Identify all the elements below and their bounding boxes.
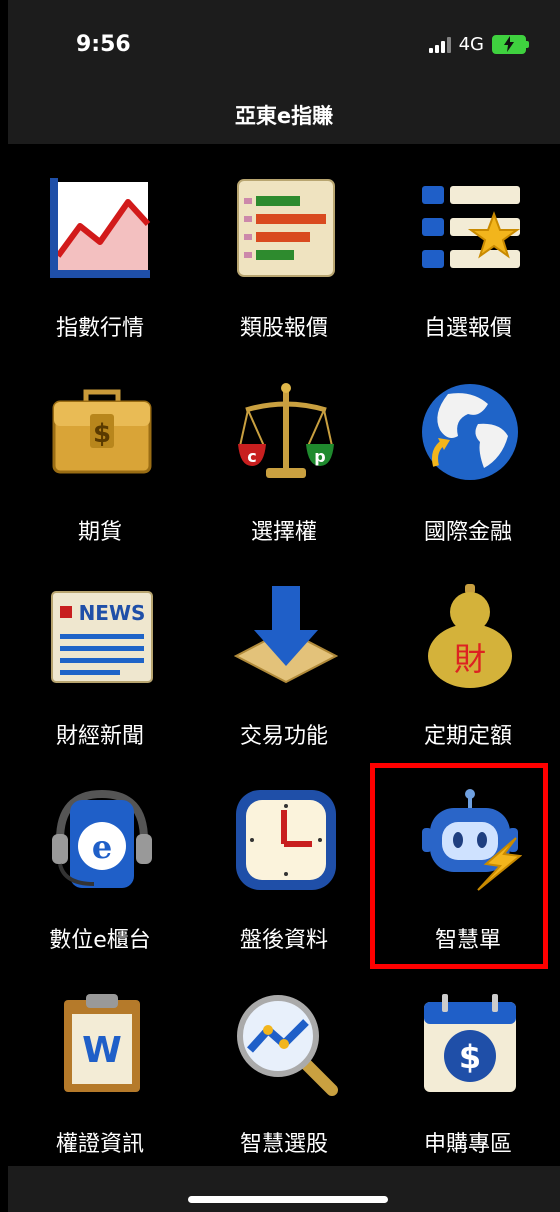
dollar-glyph: $ xyxy=(459,1038,481,1076)
e-glyph: e xyxy=(92,828,112,866)
menu-label: 申購專區 xyxy=(423,1132,512,1157)
menu-item-futures[interactable]: $ 期貨 xyxy=(8,348,192,552)
menu-label: 智慧選股 xyxy=(239,1132,328,1157)
wealth-glyph: 財 xyxy=(454,640,486,678)
highlight-box xyxy=(370,763,548,969)
globe-icon xyxy=(422,384,518,480)
menu-item-digital-counter[interactable]: e 數位e櫃台 xyxy=(8,756,192,960)
menu-label: 數位e櫃台 xyxy=(49,928,151,953)
put-glyph: p xyxy=(314,447,325,466)
home-indicator[interactable] xyxy=(188,1196,388,1203)
menu-label: 自選報價 xyxy=(423,316,512,341)
menu-item-after-hours-data[interactable]: 盤後資料 xyxy=(192,756,376,960)
menu-item-trading[interactable]: 交易功能 xyxy=(192,552,376,756)
network-label: 4G xyxy=(458,34,484,55)
menu-item-sector-quotes[interactable]: 類股報價 xyxy=(192,144,376,348)
options-scale-icon: c p xyxy=(238,383,334,478)
futures-briefcase-icon: $ xyxy=(52,389,152,474)
page-title: 亞東e指賺 xyxy=(234,104,334,128)
menu-item-financial-news[interactable]: NEWS 財經新聞 xyxy=(8,552,192,756)
app-header: 亞東e指賺 xyxy=(8,92,560,144)
menu-label: 盤後資料 xyxy=(239,928,328,953)
menu-label: 國際金融 xyxy=(423,520,512,545)
sector-quote-icon xyxy=(237,179,335,277)
status-bar: 9:56 4G xyxy=(8,0,560,92)
app-screen: 9:56 4G 亞東e指賺 指數行情 類股報價 自選報價 $ 期貨 c p 選擇… xyxy=(8,0,560,1212)
menu-label: 交易功能 xyxy=(239,724,328,749)
index-chart-icon xyxy=(50,178,151,278)
warrant-glyph: W xyxy=(82,1030,122,1071)
menu-item-options[interactable]: c p 選擇權 xyxy=(192,348,376,552)
news-glyph: NEWS xyxy=(79,601,146,625)
clock-icon xyxy=(236,790,336,890)
calendar-dollar-icon: $ xyxy=(424,994,516,1092)
status-time: 9:56 xyxy=(76,32,131,57)
watchlist-icon xyxy=(422,186,521,268)
headset-e-icon: e xyxy=(52,789,152,888)
menu-item-watchlist[interactable]: 自選報價 xyxy=(376,144,560,348)
menu-item-international-finance[interactable]: 國際金融 xyxy=(376,348,560,552)
menu-label: 選擇權 xyxy=(250,520,317,545)
home-indicator-bar xyxy=(8,1166,560,1212)
menu-item-ipo-subscription[interactable]: $ 申購專區 xyxy=(376,960,560,1164)
menu-item-index-quotes[interactable]: 指數行情 xyxy=(8,144,192,348)
menu-label: 指數行情 xyxy=(55,316,144,341)
menu-label: 財經新聞 xyxy=(55,724,144,749)
battery-icon xyxy=(492,35,529,54)
signal-icon xyxy=(428,36,451,53)
menu-label: 期貨 xyxy=(77,520,122,545)
menu-grid: 指數行情 類股報價 自選報價 $ 期貨 c p 選擇權 國際金融 NEWS 財經… xyxy=(8,144,560,1166)
magnifier-icon xyxy=(237,995,338,1096)
menu-label: 定期定額 xyxy=(423,724,512,749)
call-glyph: c xyxy=(247,447,256,466)
menu-item-warrant-info[interactable]: W 權證資訊 xyxy=(8,960,192,1164)
news-icon: NEWS xyxy=(51,591,153,683)
menu-item-regular-investment[interactable]: 財 定期定額 xyxy=(376,552,560,756)
dollar-glyph: $ xyxy=(93,419,111,449)
menu-item-smart-stock-pick[interactable]: 智慧選股 xyxy=(192,960,376,1164)
menu-label: 類股報價 xyxy=(239,316,328,341)
gourd-icon: 財 xyxy=(428,584,512,688)
trade-download-icon xyxy=(234,586,338,684)
warrant-clipboard-icon: W xyxy=(64,994,140,1092)
status-indicators: 4G xyxy=(428,34,529,55)
menu-label: 權證資訊 xyxy=(55,1132,144,1157)
